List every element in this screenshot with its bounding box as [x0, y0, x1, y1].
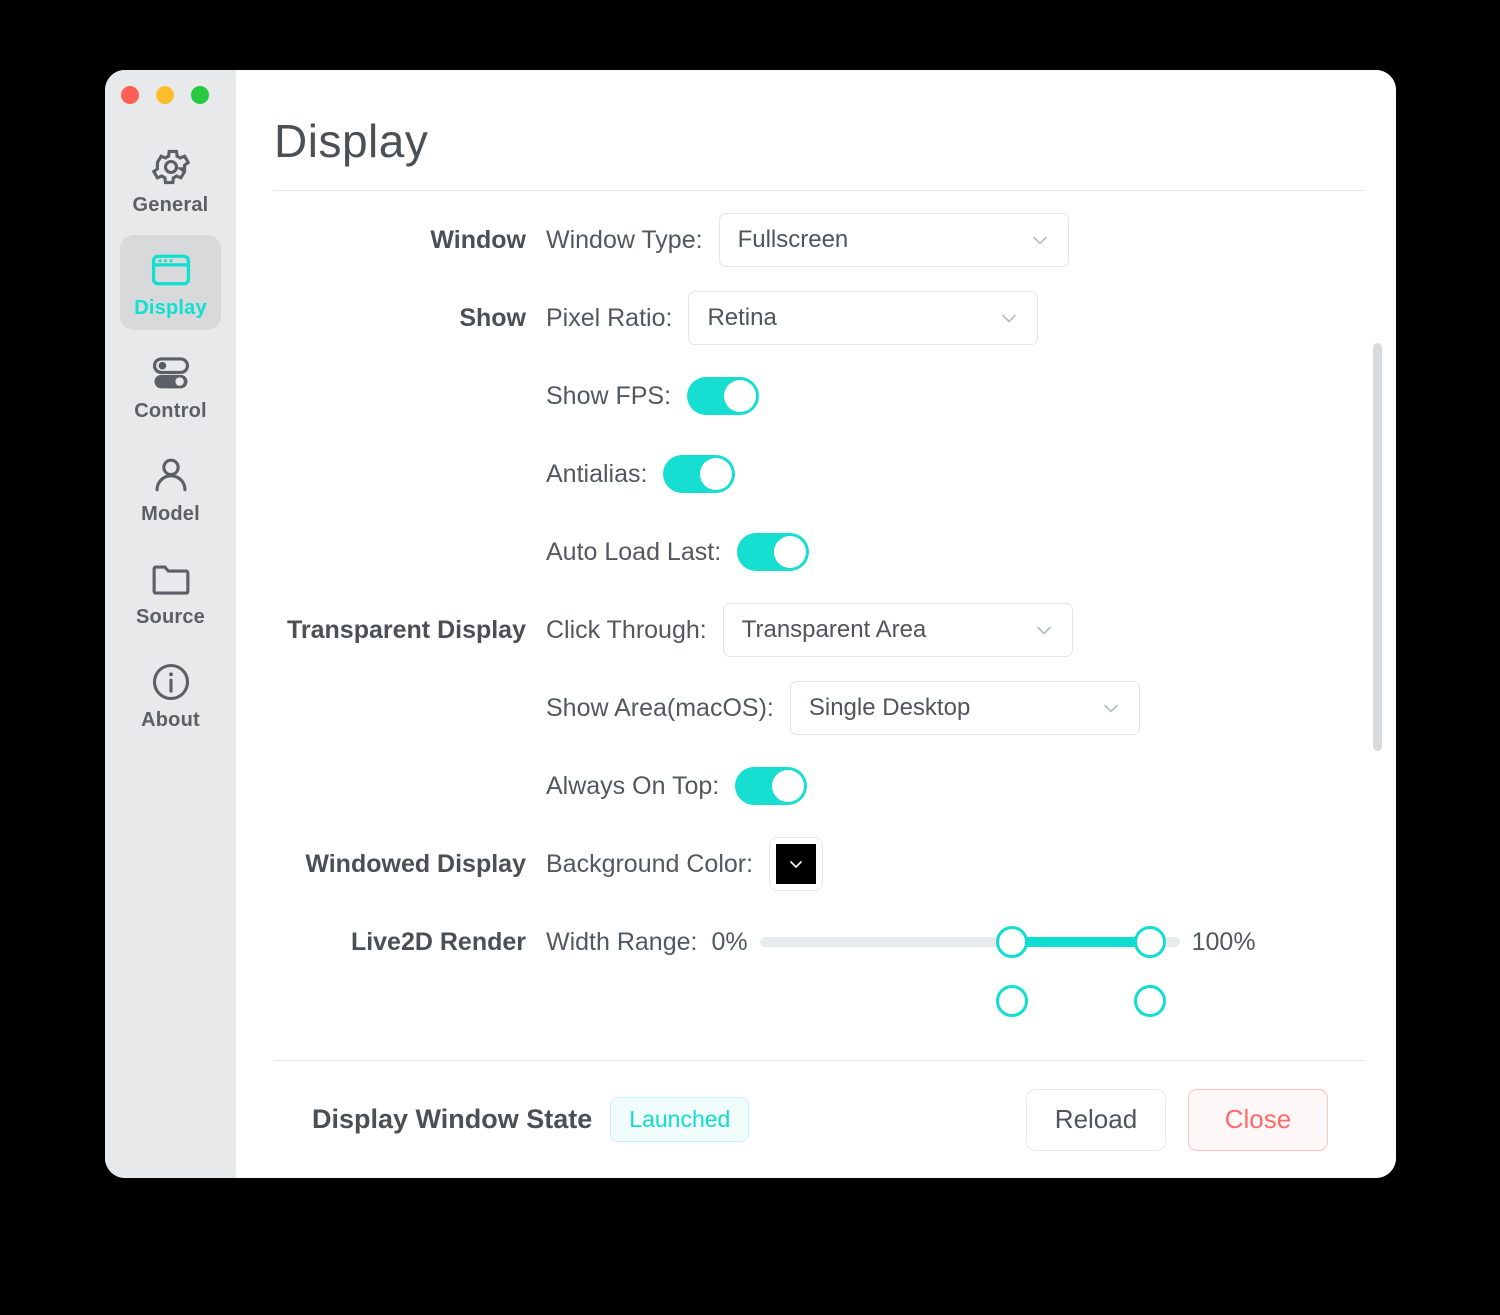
row-window-type: Window Window Type: Fullscreen [236, 201, 1396, 279]
pixel-ratio-value: Retina [707, 304, 777, 331]
row-show-area: Show Area(macOS): Single Desktop [236, 669, 1396, 747]
width-range-min-label: 0% [711, 927, 748, 956]
always-on-top-toggle[interactable] [735, 767, 808, 805]
close-button[interactable]: Close [1188, 1088, 1328, 1151]
minimize-window-button[interactable] [156, 86, 174, 104]
antialias-toggle[interactable] [663, 455, 736, 493]
show-area-value: Single Desktop [808, 694, 971, 721]
background-color-picker[interactable] [769, 837, 824, 891]
width-range-track[interactable] [759, 926, 1180, 958]
group-label-show: Show [459, 303, 526, 332]
width-range-fill [1011, 937, 1151, 947]
chevron-down-icon [1032, 618, 1056, 642]
row-antialias: Antialias: [236, 435, 1396, 513]
traffic-lights [121, 86, 209, 104]
width-range-handle-low[interactable] [995, 926, 1028, 958]
show-area-label: Show Area(macOS): [546, 693, 774, 722]
group-label-window: Window [430, 225, 526, 254]
pixel-ratio-select[interactable]: Retina [688, 291, 1039, 345]
row-click-through: Transparent Display Click Through: Trans… [236, 591, 1396, 669]
status-badge: Launched [610, 1097, 750, 1142]
toggle-knob [774, 536, 807, 568]
width-range-slider[interactable]: 0% 100% [711, 926, 1256, 958]
click-through-value: Transparent Area [741, 616, 927, 643]
group-label-live2d-render: Live2D Render [350, 927, 526, 956]
sidebar-item-display[interactable]: Display [120, 235, 221, 330]
sidebar-item-about[interactable]: About [120, 647, 221, 742]
settings-content: Window Window Type: Fullscreen Show Pixe… [236, 191, 1396, 1060]
show-fps-toggle[interactable] [687, 377, 760, 415]
toggle-knob [772, 770, 805, 802]
folder-icon [149, 556, 193, 602]
sidebar-item-label: Model [141, 503, 200, 525]
sidebar-item-label: Display [134, 297, 207, 319]
pixel-ratio-label: Pixel Ratio: [546, 303, 673, 332]
antialias-label: Antialias: [546, 459, 648, 488]
person-icon [149, 453, 193, 499]
sidebar-item-label: Source [135, 606, 205, 628]
chevron-down-icon [997, 306, 1021, 330]
always-on-top-label: Always On Top: [546, 771, 720, 800]
sidebar-item-model[interactable]: Model [120, 441, 221, 536]
footer-bar: Display Window State Launched Reload Clo… [274, 1060, 1364, 1178]
height-range-slider[interactable]: 0% [711, 985, 1191, 1017]
row-always-on-top: Always On Top: [236, 747, 1396, 825]
sidebar-nav: General Display Control Model Source Abo… [105, 132, 236, 750]
row-auto-load-last: Auto Load Last: [236, 513, 1396, 591]
row-show-fps: Show FPS: [236, 357, 1396, 435]
sidebar-item-label: Control [134, 400, 207, 422]
toggle-knob [700, 458, 733, 490]
auto-load-last-toggle[interactable] [737, 533, 810, 571]
width-range-label: Width Range: [546, 927, 698, 956]
row-background-color: Windowed Display Background Color: [236, 825, 1396, 903]
window-type-select[interactable]: Fullscreen [718, 213, 1069, 267]
click-through-label: Click Through: [546, 615, 707, 644]
group-label-windowed-display: Windowed Display [305, 849, 526, 878]
show-fps-label: Show FPS: [546, 381, 672, 410]
auto-load-last-label: Auto Load Last: [546, 537, 722, 566]
close-window-button[interactable] [121, 86, 139, 104]
row-width-range: Live2D Render Width Range: 0% 100% [236, 903, 1396, 981]
gear-icon [149, 144, 193, 190]
window-type-value: Fullscreen [737, 226, 849, 253]
width-range-handle-high[interactable] [1134, 926, 1167, 958]
window-icon [149, 247, 193, 293]
window-type-label: Window Type: [546, 225, 703, 254]
info-icon [149, 659, 193, 705]
width-range-max-label: 100% [1191, 927, 1256, 956]
chevron-down-icon [1028, 228, 1052, 252]
height-range-handle-high[interactable] [1134, 985, 1167, 1017]
content-scrollbar[interactable] [1373, 343, 1382, 751]
height-range-handle-low[interactable] [995, 985, 1028, 1017]
background-color-label: Background Color: [546, 849, 754, 878]
main-panel: Display Window Window Type: Fullscreen S… [236, 70, 1396, 1178]
toggle-knob [724, 380, 757, 412]
zoom-window-button[interactable] [191, 86, 209, 104]
chevron-down-icon [1099, 696, 1123, 720]
group-label-transparent-display: Transparent Display [287, 615, 526, 644]
show-area-select[interactable]: Single Desktop [789, 681, 1140, 735]
toggles-icon [149, 350, 193, 396]
background-color-swatch [776, 844, 817, 884]
sidebar-item-source[interactable]: Source [120, 544, 221, 639]
reload-button[interactable]: Reload [1026, 1088, 1166, 1151]
settings-window: General Display Control Model Source Abo… [105, 70, 1396, 1178]
chevron-down-icon [790, 861, 802, 869]
sidebar-item-general[interactable]: General [120, 132, 221, 227]
sidebar: General Display Control Model Source Abo… [105, 70, 236, 1178]
sidebar-item-control[interactable]: Control [120, 338, 221, 433]
click-through-select[interactable]: Transparent Area [722, 603, 1073, 657]
display-window-state-label: Display Window State [312, 1104, 593, 1134]
row-pixel-ratio: Show Pixel Ratio: Retina [236, 279, 1396, 357]
page-title: Display [274, 115, 429, 167]
sidebar-item-label: General [132, 194, 209, 216]
sidebar-item-label: About [141, 709, 200, 731]
row-height-range-clipped: Width Range: 0% [236, 981, 1396, 1021]
height-range-track[interactable] [760, 985, 1180, 1017]
